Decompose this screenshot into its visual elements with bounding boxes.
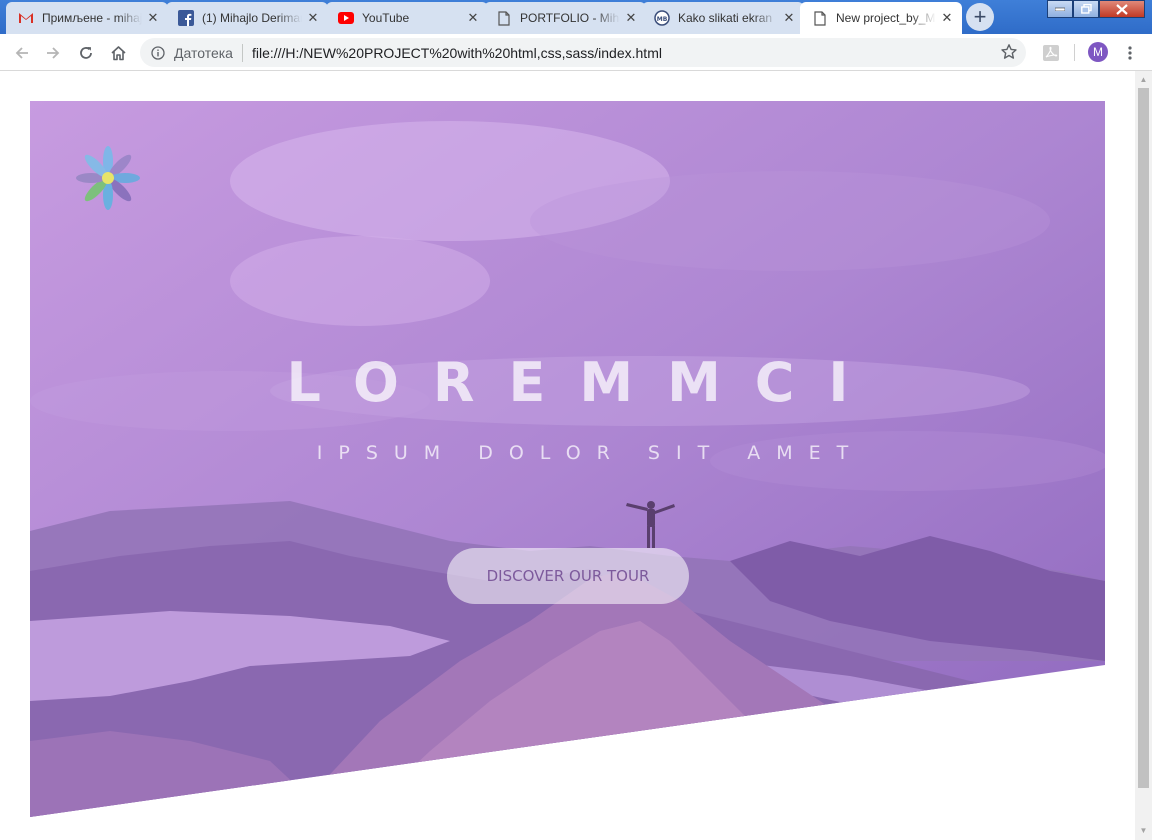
page-viewport: LOREMMCI IPSUM DOLOR SIT AMET DISCOVER O… <box>0 71 1135 840</box>
gmail-icon <box>18 10 34 26</box>
menu-button[interactable] <box>1118 41 1142 65</box>
browser-titlebar: Примљене - mihajlo ✕ (1) Mihajlo Deriman… <box>0 0 1152 34</box>
hero-subtitle: IPSUM DOLOR SIT AMET <box>316 442 865 464</box>
svg-text:MB: MB <box>657 16 668 23</box>
page-icon <box>812 10 828 26</box>
reload-button[interactable] <box>74 41 98 65</box>
scroll-down-arrow-icon[interactable]: ▼ <box>1135 824 1152 838</box>
minimize-icon <box>1055 7 1065 11</box>
kebab-menu-icon <box>1128 46 1132 60</box>
close-icon[interactable]: ✕ <box>940 11 954 25</box>
scroll-up-arrow-icon[interactable]: ▲ <box>1135 73 1152 87</box>
hero-title: LOREMMCI <box>286 351 883 414</box>
youtube-icon <box>338 10 354 26</box>
profile-avatar[interactable]: M <box>1088 42 1108 62</box>
tab-gmail[interactable]: Примљене - mihajlo ✕ <box>6 2 168 34</box>
tab-title: (1) Mihajlo Derimanović <box>202 11 302 25</box>
close-icon <box>1116 3 1128 15</box>
arrow-right-icon <box>47 47 60 59</box>
close-icon[interactable]: ✕ <box>624 11 638 25</box>
tab-new-project[interactable]: New project_by_Mihajlo ✕ <box>800 2 962 34</box>
tab-kako-slikati[interactable]: MB Kako slikati ekran ✕ <box>642 2 804 34</box>
divider <box>1074 44 1075 61</box>
acrobat-icon <box>1043 45 1059 61</box>
scrollbar-thumb[interactable] <box>1138 88 1149 788</box>
tab-title: Примљене - mihajlo <box>42 11 142 25</box>
pdf-extension-button[interactable] <box>1039 41 1063 65</box>
url-text[interactable]: file:///H:/NEW%20PROJECT%20with%20html,c… <box>252 45 662 61</box>
window-maximize-button[interactable] <box>1073 0 1099 18</box>
discover-tour-button[interactable]: DISCOVER OUR TOUR <box>447 548 689 604</box>
hero-section: LOREMMCI IPSUM DOLOR SIT AMET DISCOVER O… <box>30 101 1105 817</box>
vertical-scrollbar[interactable]: ▲ ▼ <box>1135 71 1152 840</box>
flower-logo-icon <box>76 146 140 210</box>
facebook-icon <box>178 10 194 26</box>
tab-youtube[interactable]: YouTube ✕ <box>326 2 488 34</box>
address-bar[interactable]: Датотека file:///H:/NEW%20PROJECT%20with… <box>140 38 1026 67</box>
close-icon[interactable]: ✕ <box>466 11 480 25</box>
bookmark-star-icon[interactable] <box>1000 43 1018 61</box>
restore-icon <box>1080 4 1092 14</box>
tab-title: YouTube <box>362 11 410 25</box>
window-close-button[interactable] <box>1099 0 1145 18</box>
page-icon <box>496 10 512 26</box>
arrow-left-icon <box>15 47 28 59</box>
url-scheme-label: Датотека <box>174 44 233 61</box>
home-icon <box>110 46 126 61</box>
window-minimize-button[interactable] <box>1047 0 1073 18</box>
close-icon[interactable]: ✕ <box>782 11 796 25</box>
tab-title: PORTFOLIO - Mihajlo <box>520 11 620 25</box>
close-icon[interactable]: ✕ <box>146 11 160 25</box>
new-tab-button[interactable]: + <box>966 3 994 31</box>
tab-title: Kako slikati ekran <box>678 11 773 25</box>
close-icon[interactable]: ✕ <box>306 11 320 25</box>
info-icon[interactable] <box>150 45 166 61</box>
tab-facebook[interactable]: (1) Mihajlo Derimanović ✕ <box>166 2 328 34</box>
site-icon: MB <box>654 10 670 26</box>
back-button[interactable] <box>10 41 34 65</box>
tab-title: New project_by_Mihajlo <box>836 11 936 25</box>
tab-portfolio[interactable]: PORTFOLIO - Mihajlo ✕ <box>484 2 646 34</box>
reload-icon <box>80 47 92 59</box>
forward-button[interactable] <box>41 41 65 65</box>
divider <box>241 43 243 62</box>
home-button[interactable] <box>106 41 130 65</box>
browser-toolbar: Датотека file:///H:/NEW%20PROJECT%20with… <box>0 34 1152 71</box>
